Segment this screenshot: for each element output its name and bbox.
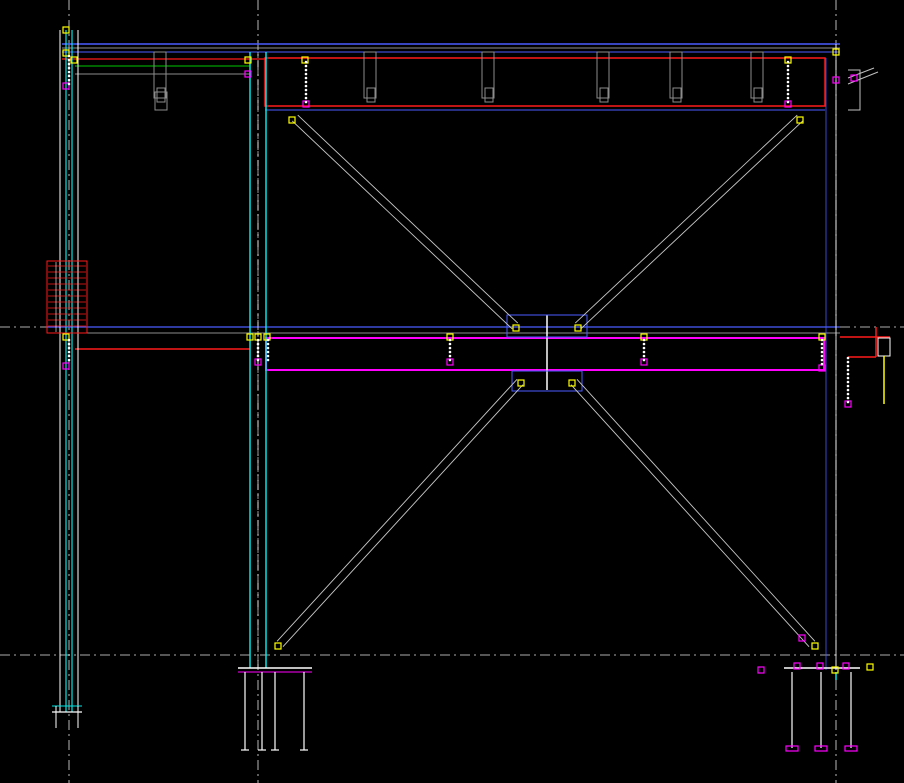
bolt <box>304 80 308 84</box>
bolt <box>846 376 850 380</box>
bolt <box>304 64 308 68</box>
bolt <box>67 354 71 358</box>
bolt <box>304 92 308 96</box>
bolt <box>846 384 850 388</box>
cad-drawing-canvas[interactable] <box>0 0 904 783</box>
bolt <box>67 74 71 78</box>
bolt <box>642 338 646 342</box>
bolt <box>67 62 71 66</box>
bolt <box>846 368 850 372</box>
bolt <box>448 338 452 342</box>
bolt <box>846 360 850 364</box>
bolt <box>67 70 71 74</box>
bolt <box>67 342 71 346</box>
bolt <box>786 96 790 100</box>
bolt <box>266 350 270 354</box>
bolt <box>846 396 850 400</box>
bolt <box>256 342 260 346</box>
bolt <box>266 346 270 350</box>
bolt <box>67 346 71 350</box>
bolt <box>304 84 308 88</box>
bolt <box>786 92 790 96</box>
bolt <box>304 68 308 72</box>
bolt <box>786 72 790 76</box>
bolt <box>256 354 260 358</box>
bolt <box>846 372 850 376</box>
bolt <box>846 380 850 384</box>
bolt <box>786 84 790 88</box>
bolt <box>448 350 452 354</box>
bolt <box>642 354 646 358</box>
bolt <box>304 72 308 76</box>
bolt <box>67 58 71 62</box>
bolt <box>67 66 71 70</box>
bolt <box>448 354 452 358</box>
bolt <box>256 358 260 362</box>
bolt <box>304 76 308 80</box>
bolt <box>846 392 850 396</box>
bolt <box>786 60 790 64</box>
bolt <box>642 342 646 346</box>
bolt <box>266 354 270 358</box>
bolt <box>786 76 790 80</box>
bolt <box>820 350 824 354</box>
bolt <box>786 88 790 92</box>
bolt <box>820 342 824 346</box>
bolt <box>304 100 308 104</box>
bolt <box>786 68 790 72</box>
bolt <box>820 338 824 342</box>
bolt <box>266 358 270 362</box>
bolt <box>820 346 824 350</box>
bolt <box>642 358 646 362</box>
bolt <box>256 346 260 350</box>
bolt <box>304 88 308 92</box>
bolt <box>820 362 824 366</box>
bolt <box>256 350 260 354</box>
bolt <box>786 80 790 84</box>
bolt <box>67 82 71 86</box>
bolt <box>448 346 452 350</box>
bolt <box>67 358 71 362</box>
bolt <box>642 346 646 350</box>
bolt <box>786 100 790 104</box>
bolt <box>448 342 452 346</box>
bolt <box>846 356 850 360</box>
drawing-background <box>0 0 904 783</box>
bolt <box>67 54 71 58</box>
bolt <box>846 364 850 368</box>
bolt <box>304 60 308 64</box>
bolt <box>448 358 452 362</box>
bolt <box>846 400 850 404</box>
bolt <box>846 388 850 392</box>
bolt <box>266 338 270 342</box>
bolt <box>67 78 71 82</box>
bolt <box>67 338 71 342</box>
bolt <box>820 358 824 362</box>
bolt <box>67 350 71 354</box>
bolt <box>304 96 308 100</box>
bolt <box>786 64 790 68</box>
bolt <box>256 338 260 342</box>
bolt <box>820 354 824 358</box>
bolt <box>266 342 270 346</box>
bolt <box>642 350 646 354</box>
